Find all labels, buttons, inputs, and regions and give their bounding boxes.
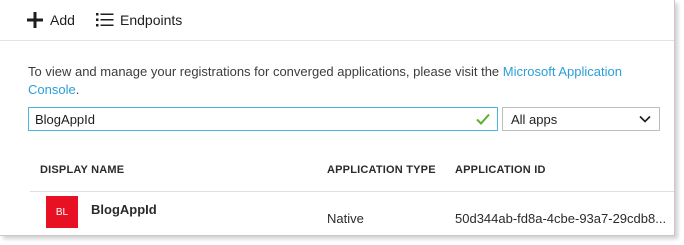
- app-display-name[interactable]: BlogAppId: [91, 202, 157, 217]
- search-field: [28, 107, 498, 131]
- list-icon: [96, 13, 114, 27]
- app-registrations-panel: Add Endpoints To view and manage your re…: [0, 0, 675, 236]
- app-type: Native: [327, 211, 364, 226]
- add-label: Add: [50, 12, 75, 28]
- column-header-application-type[interactable]: APPLICATION TYPE: [327, 164, 436, 176]
- app-filter-value: All apps: [511, 111, 558, 127]
- intro-suffix: .: [75, 82, 80, 97]
- app-avatar: BL: [46, 196, 78, 228]
- plus-icon: [27, 12, 43, 28]
- app-id: 50d344ab-fd8a-4cbe-93a7-29cdb8...: [455, 211, 667, 226]
- search-input[interactable]: [29, 109, 473, 129]
- table-row[interactable]: BL BlogAppId Native 50d344ab-fd8a-4cbe-9…: [30, 192, 674, 232]
- checkmark-icon: [473, 109, 493, 129]
- app-filter-dropdown[interactable]: All apps: [502, 107, 660, 131]
- toolbar: Add Endpoints: [0, 0, 674, 41]
- intro-text: To view and manage your registrations fo…: [28, 63, 648, 99]
- column-header-application-id[interactable]: APPLICATION ID: [455, 164, 546, 176]
- endpoints-button[interactable]: Endpoints: [96, 9, 182, 31]
- add-button[interactable]: Add: [26, 9, 75, 31]
- endpoints-label: Endpoints: [120, 12, 183, 28]
- column-header-display-name[interactable]: DISPLAY NAME: [40, 164, 124, 176]
- intro-sentence: To view and manage your registrations fo…: [28, 64, 503, 79]
- chevron-down-icon: [639, 115, 651, 123]
